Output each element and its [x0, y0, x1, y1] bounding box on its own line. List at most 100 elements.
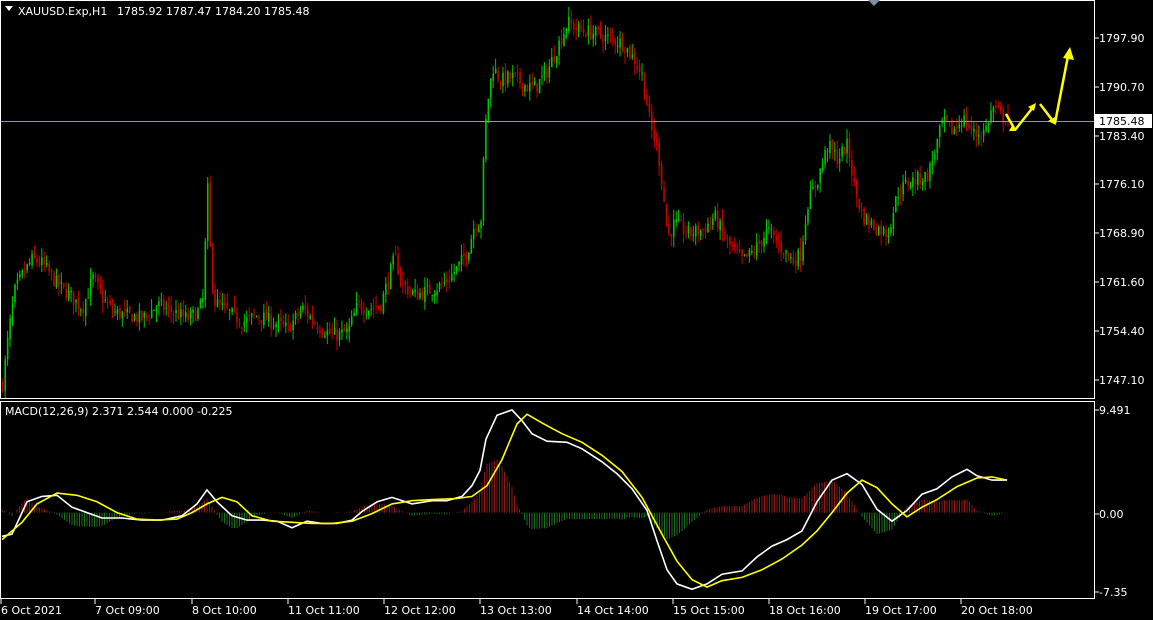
candle-body: [831, 140, 834, 150]
candle-body: [399, 274, 402, 281]
candle-body: [104, 299, 107, 301]
candle-body: [533, 81, 536, 86]
trading-chart: XAUUSD.Exp,H1 1785.92 1787.47 1784.20 17…: [0, 0, 1152, 617]
candle-body: [1002, 109, 1004, 124]
macd-indicator-label: MACD(12,26,9) 2.371 2.544 0.000 -0.225: [5, 405, 232, 418]
candle-body: [568, 16, 570, 32]
candle-body: [956, 127, 958, 129]
candle-body: [709, 221, 712, 223]
candle-body: [260, 320, 263, 323]
candle-body: [128, 306, 131, 313]
candle-body: [80, 310, 82, 312]
candle-body: [326, 330, 329, 336]
candle-body: [150, 309, 153, 318]
candle-body: [143, 312, 146, 318]
time-tick-label: 18 Oct 16:00: [769, 604, 841, 617]
candle-body: [136, 314, 138, 322]
candle-body: [253, 313, 255, 315]
candle-body: [138, 310, 141, 323]
candle-body: [133, 315, 136, 321]
candle-body: [802, 241, 804, 262]
candle-body: [1004, 122, 1007, 124]
candle-body: [189, 310, 192, 319]
time-tick-label: 14 Oct 14:00: [577, 604, 649, 617]
candle-body: [89, 278, 92, 296]
candle-body: [787, 252, 790, 256]
macd-panel-border: [0, 401, 1095, 599]
candle-body: [121, 311, 124, 319]
chart-menu-arrow-icon[interactable]: [5, 6, 13, 11]
candle-body: [943, 115, 946, 122]
candle-body: [875, 229, 878, 235]
price-tick-label: 1761.60: [1099, 276, 1145, 289]
candle-body: [724, 232, 726, 240]
price-tick-label: 1754.40: [1099, 325, 1145, 338]
candle-body: [392, 255, 394, 265]
candle-body: [795, 260, 797, 266]
candle-body: [372, 307, 375, 309]
candle-body: [716, 210, 719, 229]
macd-tick-label: -7.35: [1099, 586, 1127, 599]
candle-body: [668, 223, 670, 234]
candle-body: [106, 301, 109, 303]
candle-body: [807, 209, 809, 224]
candle-body: [426, 285, 429, 287]
candle-body: [221, 303, 224, 306]
candle-body: [577, 23, 580, 32]
candle-body: [148, 317, 150, 319]
candle-body: [985, 125, 987, 131]
candle-body: [431, 295, 434, 297]
candle-body: [992, 107, 995, 112]
candle-body: [970, 125, 973, 131]
candle-body: [131, 314, 133, 323]
candle-body: [441, 283, 443, 285]
candle-body: [914, 179, 917, 185]
time-tick-label: 19 Oct 17:00: [865, 604, 937, 617]
candle-body: [846, 138, 848, 154]
candle-body: [87, 297, 89, 299]
candle-body: [475, 229, 477, 231]
candle-body: [882, 227, 885, 235]
candle-body: [397, 254, 399, 275]
candle-body: [543, 68, 546, 75]
candle-body: [675, 219, 678, 222]
candle-body: [141, 310, 143, 321]
candle-body: [821, 163, 824, 170]
candle-body: [651, 111, 653, 130]
candle-body: [936, 139, 939, 154]
candle-body: [551, 57, 553, 68]
candle-body: [492, 73, 495, 81]
candle-body: [111, 306, 114, 313]
candle-body: [2, 381, 4, 391]
candle-body: [99, 283, 102, 290]
time-tick-label: 15 Oct 15:00: [673, 604, 745, 617]
candle-body: [829, 140, 831, 154]
candle-body: [433, 294, 436, 297]
candle-body: [487, 98, 490, 121]
current-price-text: 1785.48: [1099, 115, 1145, 128]
candle-body: [360, 303, 363, 311]
candle-body: [890, 226, 892, 234]
candle-body: [336, 329, 338, 341]
candle-body: [214, 289, 216, 306]
candle-body: [792, 257, 795, 264]
candle-body: [258, 316, 260, 319]
candle-body: [594, 26, 597, 37]
candle-body: [297, 313, 299, 316]
candle-body: [680, 219, 682, 222]
candle-body: [904, 179, 907, 183]
candle-body: [289, 324, 292, 332]
candle-body: [909, 184, 912, 188]
candle-body: [292, 320, 294, 331]
candle-body: [209, 182, 211, 247]
candle-body: [185, 312, 187, 318]
candle-body: [302, 305, 304, 310]
candle-body: [202, 297, 204, 303]
candle-body: [341, 329, 343, 333]
candle-body: [629, 45, 631, 58]
candle-body: [282, 322, 285, 325]
candle-body: [460, 254, 463, 265]
scroll-marker-icon[interactable]: [868, 0, 880, 6]
candle-body: [834, 150, 836, 152]
candle-body: [365, 314, 368, 316]
